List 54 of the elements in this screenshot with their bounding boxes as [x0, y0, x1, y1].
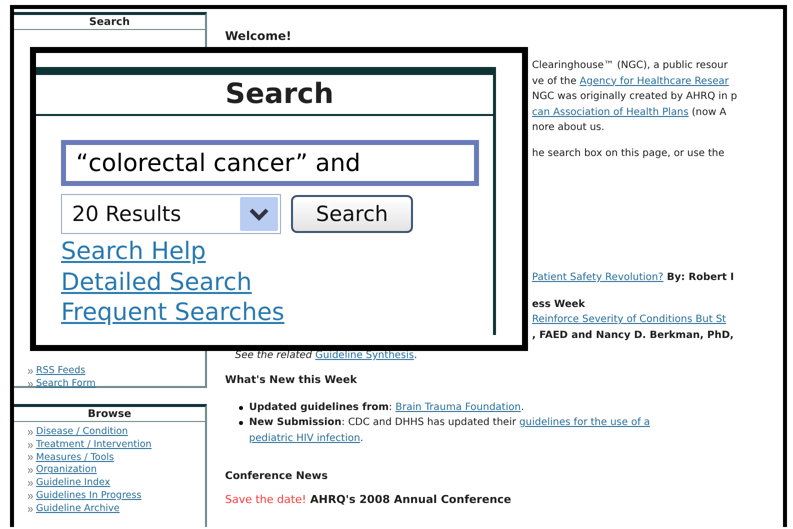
text-line: , FAED and Nancy D. Berkman, PhD, [532, 328, 735, 342]
section-heading: What's New this Week [225, 374, 358, 386]
chevron-icon [28, 481, 33, 486]
text-line: nore about us. [532, 121, 606, 135]
sidebar-link[interactable]: Treatment / Intervention [36, 438, 152, 452]
chevron-icon [28, 382, 33, 387]
chevron-icon [28, 368, 33, 374]
panel-title: Search [36, 75, 493, 116]
chevron-icon [28, 468, 33, 474]
text-line: ve of the Agency for Healthcare Resear [532, 74, 730, 88]
link[interactable]: Guideline Synthesis [315, 350, 414, 361]
panel-title: Browse [14, 407, 205, 422]
sidebar-link[interactable]: Guidelines In Progress [36, 490, 142, 503]
text-line: can Association of Health Plans (now A [532, 106, 728, 120]
link[interactable]: Agency for Healthcare Resear [580, 76, 729, 86]
text-line: Patient Safety Revolution? By: Robert I [532, 271, 735, 285]
sidebar-link[interactable]: Organization [36, 464, 97, 478]
panel-title: Search [14, 15, 205, 30]
text-line: ess Week [532, 298, 586, 312]
sidebar-link[interactable]: Guideline Archive [36, 502, 120, 516]
sidebar-link[interactable]: Search Form [36, 378, 96, 391]
chevron-icon [28, 455, 33, 460]
sidebar-link[interactable]: Guideline Index [36, 477, 110, 490]
text-line: NGC was originally created by AHRQ in p [532, 90, 738, 104]
chevron-icon [28, 442, 33, 448]
text-line: Save the date! AHRQ's 2008 Annual Conference [225, 492, 512, 508]
search-link[interactable]: Detailed Search [61, 266, 252, 297]
text-line: Clearinghouse™ (NGC), a public resour [532, 59, 729, 73]
welcome-heading: Welcome! [225, 29, 293, 43]
link[interactable]: Patient Safety Revolution? [532, 272, 664, 283]
sidebar-link[interactable]: RSS Feeds [36, 365, 86, 378]
chevron-icon [28, 430, 33, 435]
text-line: See the related Guideline Synthesis. [235, 349, 418, 363]
search-field[interactable]: “colorectal cancer” and [61, 140, 479, 186]
link[interactable]: guidelines for the use of a [519, 417, 650, 428]
text-line: he search box on this page, or use the [532, 146, 726, 160]
search-button[interactable]: Search [291, 195, 413, 233]
link[interactable]: Reinforce Severity of Conditions But St [532, 314, 726, 325]
section-heading: Conference News [225, 470, 329, 482]
sidebar-link[interactable]: Measures / Tools [36, 452, 114, 464]
search-link[interactable]: Search Help [61, 236, 206, 266]
results-dropdown[interactable]: 20 Results [61, 194, 281, 234]
chevron-icon [28, 494, 33, 499]
link[interactable]: can Association of Health Plans [532, 106, 689, 118]
search-link[interactable]: Frequent Searches [61, 297, 284, 328]
link[interactable]: pediatric HIV infection [249, 432, 360, 444]
bullet-icon [239, 421, 243, 425]
list-item: Updated guidelines from: Brain Trauma Foundation. [249, 400, 524, 414]
link[interactable]: Brain Trauma Foundation [395, 402, 521, 412]
list-item: New Submission: CDC and DHHS has updated their guidelines for the use of a pediatric HIV infection. [249, 416, 650, 446]
chevron-icon [28, 506, 33, 512]
chevron-down-icon [240, 197, 278, 231]
bullet-icon [239, 406, 243, 410]
sidebar-link[interactable]: Disease / Condition [36, 426, 128, 439]
